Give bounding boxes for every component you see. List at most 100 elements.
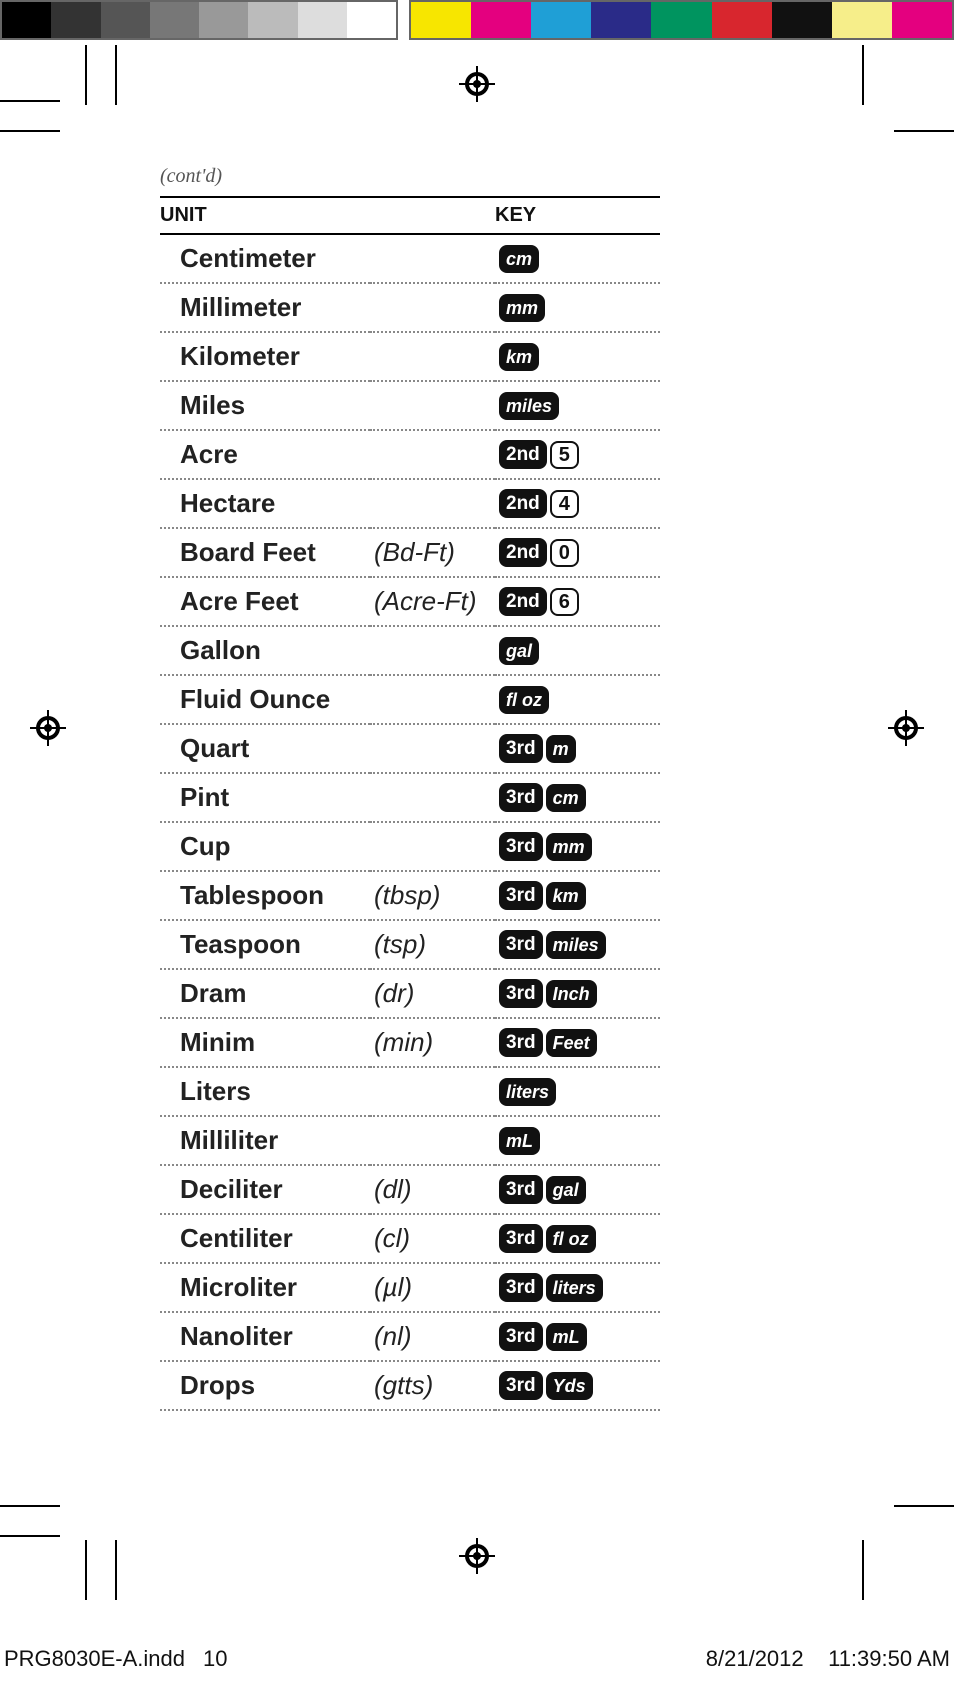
- swatch: [591, 2, 651, 38]
- key-cell: gal: [495, 626, 660, 675]
- registration-mark-left: [30, 710, 66, 746]
- table-row: Dram(dr)3rdInch: [160, 969, 660, 1018]
- key-button: liters: [499, 1078, 556, 1106]
- unit-abbr: (µl): [370, 1263, 495, 1312]
- unit-abbr: (dl): [370, 1165, 495, 1214]
- crop-mark: [115, 45, 117, 105]
- unit-name: Deciliter: [160, 1165, 370, 1214]
- key-button: 4: [550, 490, 579, 518]
- crop-mark: [894, 1505, 954, 1507]
- header-unit: UNIT: [160, 197, 495, 234]
- swatch: [832, 2, 892, 38]
- swatch: [150, 2, 199, 38]
- table-row: MillilitermL: [160, 1116, 660, 1165]
- table-row: Drops(gtts)3rdYds: [160, 1361, 660, 1410]
- unit-abbr: [370, 822, 495, 871]
- key-button: 5: [550, 441, 579, 469]
- key-cell: 3rdkm: [495, 871, 660, 920]
- unit-abbr: (nl): [370, 1312, 495, 1361]
- key-cell: 3rdFeet: [495, 1018, 660, 1067]
- unit-abbr: (Bd-Ft): [370, 528, 495, 577]
- swatch: [531, 2, 591, 38]
- registration-mark-right: [888, 710, 924, 746]
- unit-name: Fluid Ounce: [160, 675, 370, 724]
- table-row: Acre Feet(Acre-Ft)2nd6: [160, 577, 660, 626]
- key-button: miles: [499, 392, 559, 420]
- crop-mark: [85, 1540, 87, 1600]
- unit-name: Centiliter: [160, 1214, 370, 1263]
- slug-date: 8/21/2012: [706, 1646, 804, 1671]
- unit-name: Gallon: [160, 626, 370, 675]
- key-button: gal: [499, 637, 539, 665]
- key-cell: 2nd6: [495, 577, 660, 626]
- swatch: [51, 2, 100, 38]
- key-button: 3rd: [499, 881, 543, 910]
- unit-abbr: [370, 332, 495, 381]
- slug-page: 10: [203, 1646, 227, 1672]
- continued-label: (cont'd): [160, 165, 660, 188]
- key-button: Feet: [546, 1029, 597, 1057]
- key-cell: liters: [495, 1067, 660, 1116]
- unit-name: Board Feet: [160, 528, 370, 577]
- table-row: Litersliters: [160, 1067, 660, 1116]
- key-button: 0: [550, 539, 579, 567]
- key-button: 3rd: [499, 1273, 543, 1302]
- unit-name: Teaspoon: [160, 920, 370, 969]
- key-button: 3rd: [499, 1175, 543, 1204]
- swatch: [712, 2, 772, 38]
- key-button: mL: [546, 1323, 587, 1351]
- unit-key-table: UNIT KEY CentimetercmMillimetermmKilomet…: [160, 196, 660, 1411]
- key-cell: 3rdliters: [495, 1263, 660, 1312]
- key-button: 2nd: [499, 489, 547, 518]
- key-cell: 3rdfl oz: [495, 1214, 660, 1263]
- unit-abbr: [370, 724, 495, 773]
- slug-time: 11:39:50 AM: [828, 1646, 950, 1671]
- table-row: Teaspoon(tsp)3rdmiles: [160, 920, 660, 969]
- key-button: gal: [546, 1176, 586, 1204]
- unit-name: Miles: [160, 381, 370, 430]
- unit-abbr: [370, 675, 495, 724]
- key-button: 3rd: [499, 1224, 543, 1253]
- swatch: [347, 2, 396, 38]
- unit-name: Centimeter: [160, 234, 370, 283]
- table-row: Cup3rdmm: [160, 822, 660, 871]
- key-button: km: [499, 343, 539, 371]
- swatch: [199, 2, 248, 38]
- key-button: mm: [546, 833, 592, 861]
- key-cell: 3rdInch: [495, 969, 660, 1018]
- unit-name: Millimeter: [160, 283, 370, 332]
- key-button: fl oz: [546, 1225, 596, 1253]
- key-button: m: [546, 735, 576, 763]
- crop-mark: [894, 130, 954, 132]
- unit-abbr: [370, 234, 495, 283]
- unit-name: Hectare: [160, 479, 370, 528]
- unit-abbr: [370, 430, 495, 479]
- key-cell: 3rdYds: [495, 1361, 660, 1410]
- key-button: 3rd: [499, 1322, 543, 1351]
- key-cell: 3rdmiles: [495, 920, 660, 969]
- unit-abbr: [370, 381, 495, 430]
- table-row: Pint3rdcm: [160, 773, 660, 822]
- crop-mark: [862, 45, 864, 105]
- key-button: cm: [546, 784, 586, 812]
- unit-name: Acre Feet: [160, 577, 370, 626]
- key-button: miles: [546, 931, 606, 959]
- print-slug: PRG8030E-A.indd 10 8/21/2012 11:39:50 AM: [0, 1646, 954, 1672]
- key-button: Yds: [546, 1372, 593, 1400]
- unit-abbr: (tbsp): [370, 871, 495, 920]
- table-row: Microliter(µl)3rdliters: [160, 1263, 660, 1312]
- registration-mark-bottom: [459, 1538, 495, 1574]
- crop-mark: [115, 1540, 117, 1600]
- table-row: Miles miles: [160, 381, 660, 430]
- unit-name: Quart: [160, 724, 370, 773]
- unit-name: Nanoliter: [160, 1312, 370, 1361]
- header-key: KEY: [495, 197, 660, 234]
- unit-abbr: (min): [370, 1018, 495, 1067]
- unit-name: Dram: [160, 969, 370, 1018]
- unit-abbr: [370, 1116, 495, 1165]
- table-row: Centiliter(cl)3rdfl oz: [160, 1214, 660, 1263]
- key-button: 6: [550, 588, 579, 616]
- crop-mark: [0, 130, 60, 132]
- key-cell: fl oz: [495, 675, 660, 724]
- unit-name: Microliter: [160, 1263, 370, 1312]
